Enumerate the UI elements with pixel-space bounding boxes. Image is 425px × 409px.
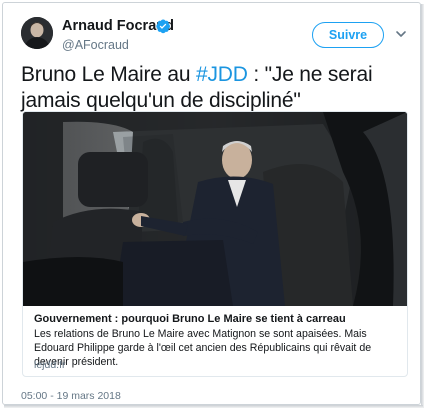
author-handle[interactable]: @AFocraud bbox=[62, 38, 129, 52]
tweet-text: Bruno Le Maire au #JDD : "Je ne serai ja… bbox=[21, 62, 416, 114]
card-domain[interactable]: lejdd.fr bbox=[34, 359, 66, 371]
verified-badge-icon bbox=[156, 19, 170, 34]
follow-button[interactable]: Suivre bbox=[312, 22, 384, 48]
tweet-text-before: Bruno Le Maire au bbox=[21, 63, 197, 86]
card-shadow-right bbox=[421, 4, 424, 408]
car-photo-icon bbox=[23, 112, 407, 306]
card-image[interactable] bbox=[23, 112, 407, 306]
tweet-timestamp[interactable]: 05:00 - 19 mars 2018 bbox=[21, 390, 121, 402]
chevron-down-icon[interactable] bbox=[395, 28, 407, 40]
profile-photo-icon bbox=[21, 17, 53, 49]
card-description: Les relations de Bruno Le Maire avec Mat… bbox=[34, 328, 372, 368]
tweet-embed: Arnaud Focraud @AFocraud Suivre Bruno Le… bbox=[2, 2, 421, 405]
hashtag-link[interactable]: #JDD bbox=[196, 63, 248, 86]
card-shadow-bottom bbox=[4, 405, 423, 408]
avatar[interactable] bbox=[21, 17, 53, 49]
link-card[interactable]: Gouvernement : pourquoi Bruno Le Maire s… bbox=[22, 111, 408, 377]
card-title[interactable]: Gouvernement : pourquoi Bruno Le Maire s… bbox=[34, 313, 346, 325]
